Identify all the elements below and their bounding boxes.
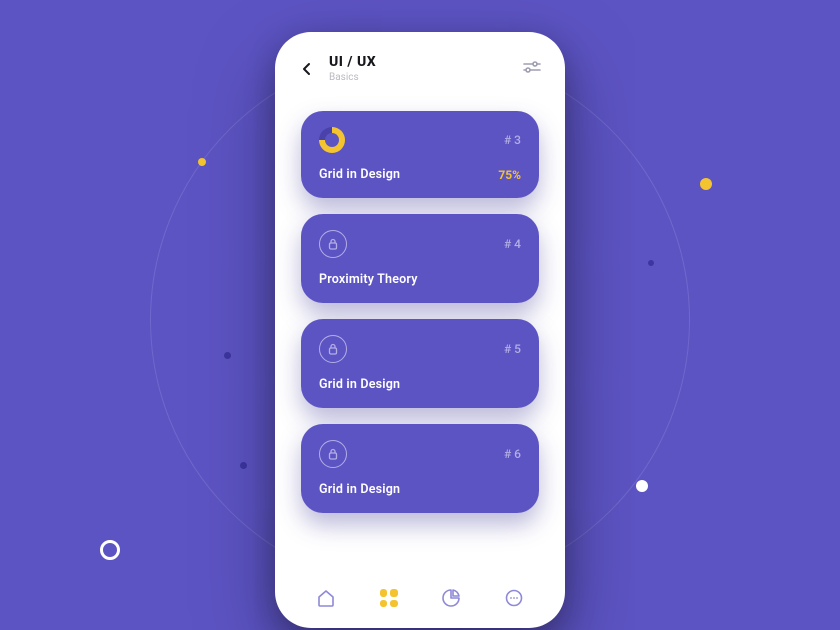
header: UI / UX Basics (275, 32, 565, 93)
card-bottom: Proximity Theory (319, 272, 521, 287)
card-top: # 4 (319, 230, 521, 258)
back-button[interactable] (297, 60, 315, 78)
lock-icon (319, 230, 347, 258)
page-title: UI / UX (329, 54, 376, 70)
tab-stats[interactable] (440, 587, 462, 609)
lesson-title: Grid in Design (319, 377, 400, 392)
bg-dot (198, 158, 206, 166)
progress-pie-icon (319, 127, 345, 153)
lesson-card[interactable]: # 4 Proximity Theory (301, 214, 539, 303)
header-left: UI / UX Basics (297, 54, 376, 83)
lesson-index: # 6 (504, 447, 521, 461)
filter-button[interactable] (523, 59, 543, 79)
bg-dot (700, 178, 712, 190)
bg-ring (100, 540, 120, 560)
lesson-title: Proximity Theory (319, 272, 418, 287)
chevron-left-icon (301, 62, 311, 76)
lesson-title: Grid in Design (319, 482, 400, 497)
lesson-card[interactable]: # 3 Grid in Design 75% (301, 111, 539, 198)
title-block: UI / UX Basics (329, 54, 376, 83)
lesson-index: # 3 (504, 133, 521, 147)
lesson-title: Grid in Design (319, 167, 400, 182)
lock-icon (319, 440, 347, 468)
card-bottom: Grid in Design (319, 482, 521, 497)
card-bottom: Grid in Design (319, 377, 521, 392)
card-top: # 6 (319, 440, 521, 468)
lesson-index: # 5 (504, 342, 521, 356)
card-top: # 3 (319, 127, 521, 153)
chat-icon (504, 588, 524, 608)
tab-chat[interactable] (503, 587, 525, 609)
lesson-card[interactable]: # 6 Grid in Design (301, 424, 539, 513)
pie-chart-icon (441, 588, 461, 608)
tab-home[interactable] (315, 587, 337, 609)
lesson-list: # 3 Grid in Design 75% # 4 Proximity The… (275, 93, 565, 576)
tab-bar (275, 576, 565, 628)
page-subtitle: Basics (329, 72, 376, 83)
tab-grid[interactable] (378, 587, 400, 609)
lock-icon (319, 335, 347, 363)
lesson-progress: 75% (498, 168, 521, 182)
card-top: # 5 (319, 335, 521, 363)
bg-dot (224, 352, 231, 359)
bg-dot (636, 480, 648, 492)
lesson-index: # 4 (504, 237, 521, 251)
bg-dot (648, 260, 654, 266)
card-bottom: Grid in Design 75% (319, 167, 521, 182)
bg-dot (240, 462, 247, 469)
lesson-card[interactable]: # 5 Grid in Design (301, 319, 539, 408)
sliders-icon (523, 60, 541, 74)
home-icon (316, 588, 336, 608)
grid-icon (380, 589, 398, 607)
phone-frame: UI / UX Basics # 3 Grid in Design 75% (275, 32, 565, 628)
